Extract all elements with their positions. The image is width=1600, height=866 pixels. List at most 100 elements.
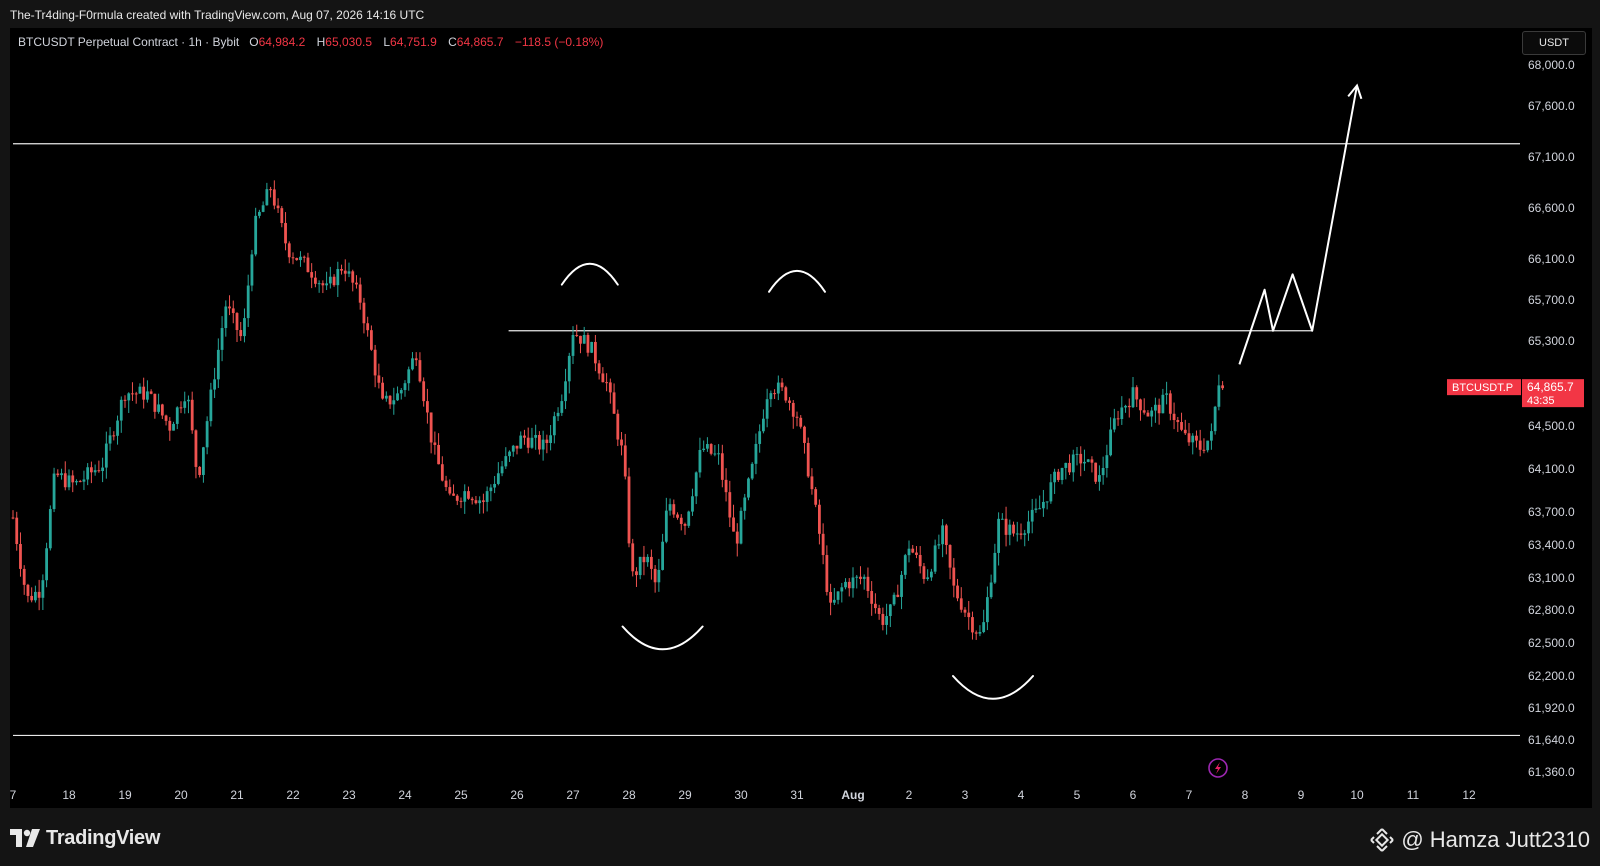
candle-body bbox=[836, 591, 840, 600]
candle-body bbox=[489, 487, 493, 492]
candle-body bbox=[202, 447, 205, 475]
candle-body bbox=[586, 334, 590, 353]
candle-body bbox=[967, 612, 971, 618]
candle-body bbox=[903, 555, 907, 575]
low-value: 64,751.9 bbox=[390, 35, 437, 49]
candle-body bbox=[194, 430, 198, 467]
y-tick-label: 64,100.0 bbox=[1528, 462, 1575, 476]
candle-body bbox=[855, 576, 859, 578]
symbol-label[interactable]: BTCUSDT Perpetual Contract · 1h · Bybit bbox=[18, 35, 239, 49]
candle-body bbox=[631, 543, 635, 572]
candle-body bbox=[832, 599, 836, 603]
candle-body bbox=[840, 587, 844, 592]
candle-body bbox=[1049, 482, 1053, 502]
candle-body bbox=[467, 491, 470, 499]
candle-body bbox=[799, 417, 803, 427]
candle-body bbox=[534, 435, 538, 438]
candle-body bbox=[119, 399, 123, 421]
candle-body bbox=[1015, 533, 1019, 535]
candle-body bbox=[254, 215, 258, 255]
candle-body bbox=[1023, 533, 1027, 535]
candle-body bbox=[1120, 407, 1124, 420]
arc-top-annotation[interactable] bbox=[768, 269, 826, 293]
candle-body bbox=[452, 493, 455, 496]
candle-body bbox=[504, 456, 508, 467]
candle-body bbox=[287, 243, 291, 258]
candle-body bbox=[411, 358, 414, 370]
candle-body bbox=[1221, 385, 1224, 389]
candle-body bbox=[594, 341, 597, 364]
candle-body bbox=[179, 407, 183, 409]
candle-body bbox=[71, 475, 75, 483]
candle-body bbox=[280, 208, 284, 224]
annotations bbox=[560, 262, 1034, 700]
candle-body bbox=[265, 189, 269, 206]
candle-body bbox=[310, 272, 314, 278]
arc-bottom-annotation[interactable] bbox=[952, 675, 1034, 700]
arc-bottom-annotation[interactable] bbox=[621, 625, 704, 651]
candle-body bbox=[552, 416, 556, 436]
candle-body bbox=[172, 423, 175, 431]
candle-body bbox=[937, 544, 941, 546]
candle-body bbox=[806, 442, 810, 477]
candle-body bbox=[724, 479, 728, 493]
candle-body bbox=[1191, 435, 1195, 443]
candle-body bbox=[713, 453, 717, 455]
candle-body bbox=[952, 567, 956, 586]
candle-body bbox=[1083, 461, 1086, 464]
candle-body bbox=[650, 556, 653, 569]
horizontal-levels bbox=[13, 143, 1520, 737]
candle-body bbox=[508, 451, 511, 457]
candle-body bbox=[1060, 467, 1064, 480]
candle-body bbox=[104, 443, 108, 468]
candle-body bbox=[437, 444, 440, 465]
candle-body bbox=[26, 584, 30, 596]
candle-body bbox=[545, 439, 549, 444]
candle-body bbox=[134, 393, 138, 395]
candle-body bbox=[1187, 433, 1191, 443]
x-tick-label: 23 bbox=[342, 788, 356, 802]
candle-body bbox=[709, 444, 713, 454]
candle-body bbox=[933, 545, 937, 572]
candle-body bbox=[881, 613, 885, 625]
candle-body bbox=[1146, 412, 1150, 417]
candle-body bbox=[664, 510, 668, 542]
x-tick-label: 29 bbox=[678, 788, 692, 802]
candle-body bbox=[224, 306, 228, 329]
tradingview-logo[interactable]: TradingView bbox=[10, 826, 160, 850]
candle-body bbox=[892, 594, 896, 605]
candle-body bbox=[175, 407, 179, 424]
candle-body bbox=[1183, 429, 1187, 434]
candle-body bbox=[314, 277, 317, 284]
candle-body bbox=[694, 472, 698, 497]
candle-body bbox=[317, 283, 321, 285]
candle-body bbox=[769, 393, 773, 400]
currency-button[interactable]: USDT bbox=[1522, 31, 1586, 55]
projection-path[interactable] bbox=[1238, 85, 1358, 365]
candle-body bbox=[511, 445, 515, 452]
candle-body bbox=[597, 363, 601, 374]
candle-body bbox=[556, 412, 560, 417]
y-tick-label: 67,600.0 bbox=[1528, 99, 1575, 113]
candle-body bbox=[888, 604, 892, 617]
price-tag: BTCUSDT.P 64,865.743:35 bbox=[1447, 379, 1584, 408]
candle-body bbox=[429, 412, 433, 443]
candle-body bbox=[567, 355, 571, 382]
lightning-icon[interactable] bbox=[1208, 758, 1228, 778]
candle-body bbox=[519, 435, 523, 449]
candle-body bbox=[926, 577, 930, 579]
candle-body bbox=[1094, 462, 1098, 482]
candle-body bbox=[1034, 508, 1038, 510]
candle-body bbox=[160, 404, 164, 416]
candle-body bbox=[1004, 518, 1008, 535]
ohlc-legend: BTCUSDT Perpetual Contract · 1h · Bybit … bbox=[18, 35, 611, 49]
candle-body bbox=[325, 283, 328, 286]
candle-body bbox=[459, 500, 463, 502]
change-value: −118.5 (−0.18%) bbox=[514, 35, 604, 49]
x-tick-label: 7 bbox=[1186, 788, 1193, 802]
candle-body bbox=[373, 349, 377, 376]
chart-svg[interactable]: 68,000.0 67,600.0 67,100.0 66,600.0 66,100.0… bbox=[0, 0, 1600, 808]
arc-top-annotation[interactable] bbox=[560, 262, 619, 286]
candle-body bbox=[687, 511, 691, 526]
candle-body bbox=[885, 616, 888, 625]
